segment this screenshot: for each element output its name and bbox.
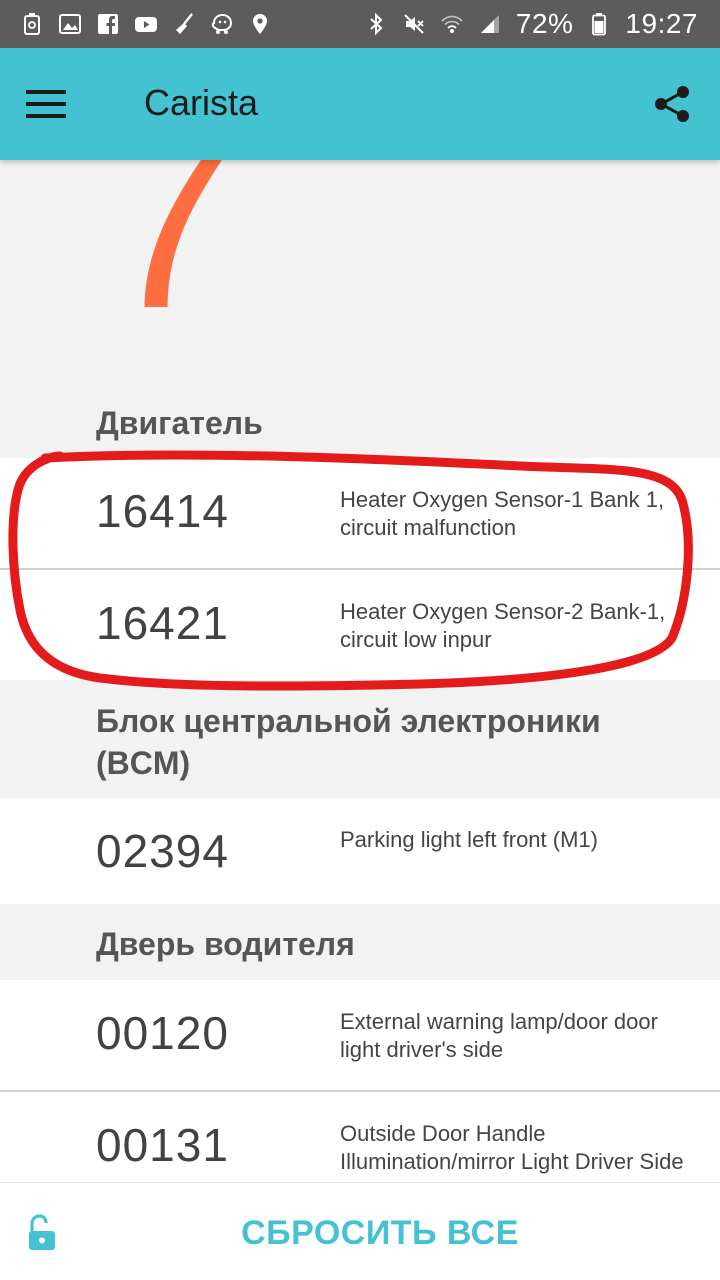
mute-icon (402, 12, 426, 36)
fault-code: 02394 (96, 825, 229, 877)
fault-row[interactable]: 00120 External warning lamp/door door li… (0, 980, 720, 1090)
signal-icon (478, 12, 502, 36)
section-title-bcm: Блок центральной электроники (BCM) (96, 703, 601, 781)
fault-code: 00131 (96, 1119, 229, 1171)
fault-description: Heater Oxygen Sensor-2 Bank-1, circuit l… (340, 599, 666, 652)
fault-row[interactable]: 16414 Heater Oxygen Sensor-1 Bank 1, cir… (0, 458, 720, 568)
fault-row[interactable]: 16421 Heater Oxygen Sensor-2 Bank-1, cir… (0, 570, 720, 680)
status-notifications (20, 12, 272, 36)
bottom-bar: СБРОСИТЬ ВСЕ (0, 1182, 720, 1280)
fault-description: External warning lamp/door door light dr… (340, 1009, 658, 1062)
broom-icon (172, 12, 196, 36)
facebook-icon (96, 12, 120, 36)
unlock-icon[interactable] (22, 1213, 62, 1253)
app-bar: Carista (0, 48, 720, 160)
waze-icon (210, 12, 234, 36)
reset-all-button[interactable]: СБРОСИТЬ ВСЕ (200, 1209, 560, 1257)
share-icon (655, 86, 689, 122)
status-system: 72% 19:27 (364, 8, 698, 40)
recycle-battery-icon (20, 12, 44, 36)
hamburger-menu-icon (26, 90, 66, 118)
location-icon (248, 12, 272, 36)
share-button[interactable] (644, 76, 700, 132)
gallery-icon (58, 12, 82, 36)
fault-count: 7 (100, 160, 240, 360)
app-title: Carista (144, 82, 259, 123)
fault-code: 16414 (96, 485, 229, 537)
fault-list[interactable]: 7 Двигатель 16414 Heater Oxygen Sensor-1… (0, 160, 720, 1182)
clock: 19:27 (625, 8, 698, 39)
wifi-icon (440, 12, 464, 36)
status-bar: 72% 19:27 (0, 0, 720, 48)
fault-description: Outside Door Handle Illumination/mirror … (340, 1121, 684, 1174)
fault-row[interactable]: 00131 Outside Door Handle Illumination/m… (0, 1092, 720, 1182)
section-title-engine: Двигатель (96, 405, 263, 441)
fault-description: Heater Oxygen Sensor-1 Bank 1, circuit m… (340, 487, 665, 540)
fault-code: 00120 (96, 1007, 229, 1059)
battery-icon (587, 12, 611, 36)
fault-description: Parking light left front (M1) (340, 827, 598, 852)
fault-row[interactable]: 02394 Parking light left front (M1) (0, 798, 720, 904)
section-title-driver-door: Дверь водителя (96, 926, 355, 962)
fault-code: 16421 (96, 597, 229, 649)
menu-button[interactable] (18, 76, 74, 132)
youtube-icon (134, 12, 158, 36)
battery-percent: 72% (515, 8, 574, 39)
bluetooth-icon (364, 12, 388, 36)
